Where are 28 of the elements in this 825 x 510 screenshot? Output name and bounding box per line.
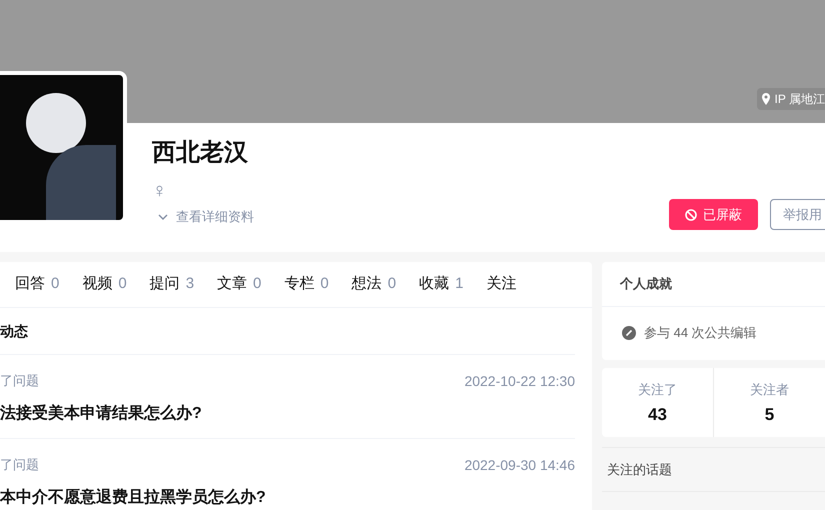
question-title[interactable]: 本中介不愿意退费且拉黑学员怎么办? [0, 486, 575, 510]
profile-tab[interactable]: 专栏 0 [284, 273, 329, 296]
activity-type: 了问题 [0, 456, 39, 474]
activity-type: 了问题 [0, 372, 39, 390]
profile-tab[interactable]: 关注 [486, 273, 516, 296]
question-title[interactable]: 法接受美本申请结果怎么办? [0, 402, 575, 426]
feed-title: 动态 [0, 322, 29, 340]
profile-tab[interactable]: 提问 3 [150, 273, 194, 296]
ip-location-tag: IP 属地江 [756, 88, 825, 110]
profile-tab[interactable]: 文章 0 [217, 273, 262, 296]
user-name: 西北老汉 [152, 138, 249, 168]
profile-tab[interactable]: 视频 0 [82, 273, 127, 296]
location-pin-icon [760, 93, 771, 105]
block-icon [685, 208, 697, 220]
profile-tab[interactable]: 想法 0 [352, 273, 396, 296]
achievements-title: 个人成就 [602, 262, 825, 307]
activity-time: 2022-09-30 14:46 [464, 456, 575, 475]
profile-tab[interactable]: 收藏 1 [419, 273, 464, 296]
sidebar-link[interactable]: 关注的话题 [607, 460, 672, 480]
profile-tab[interactable]: 回答 0 [15, 273, 60, 296]
stat-value[interactable]: 43 [648, 402, 667, 427]
activity-time: 2022-10-22 12:30 [464, 372, 575, 391]
stat-value[interactable]: 5 [764, 402, 774, 427]
edit-pencil-icon [622, 326, 636, 340]
chevron-down-icon [158, 214, 168, 220]
gender-icon: ♀ [152, 179, 167, 203]
blocked-button[interactable]: 已屏蔽 [669, 199, 758, 230]
achievement-text: 参与 44 次公共编辑 [644, 324, 757, 342]
